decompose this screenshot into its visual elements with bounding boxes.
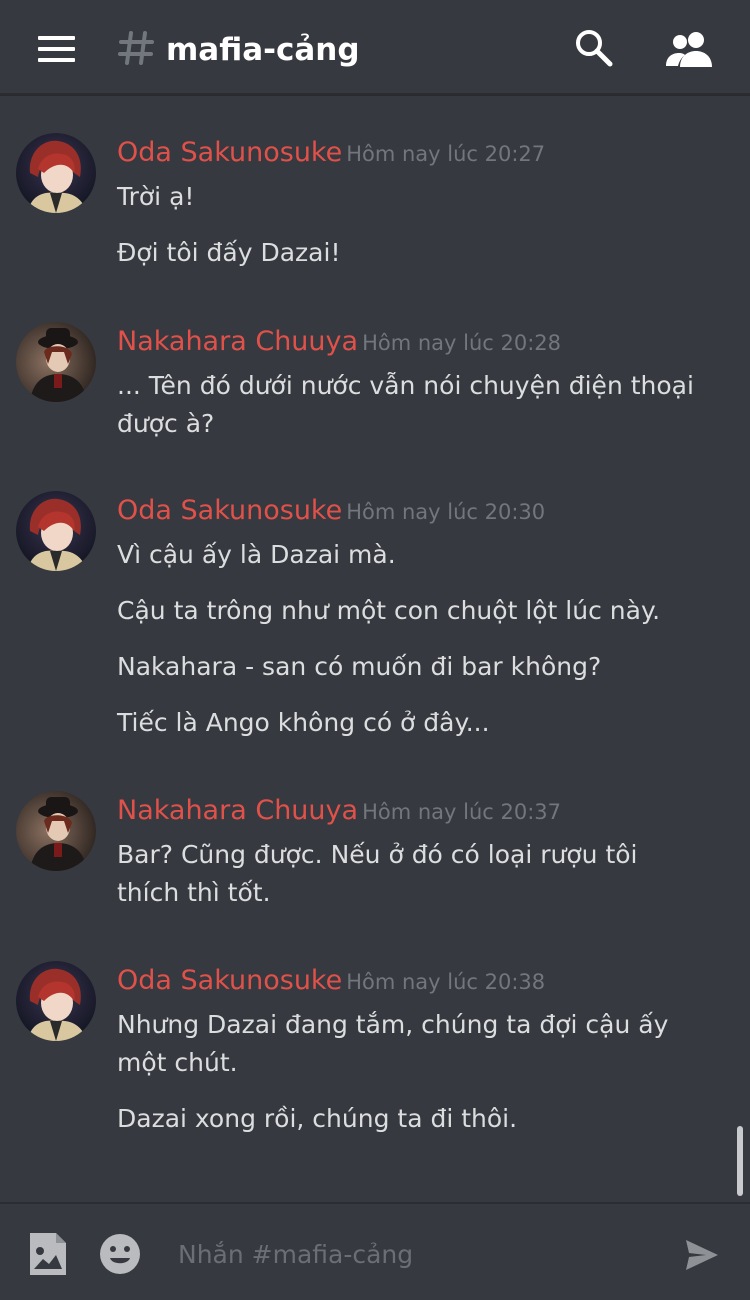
oda-avatar[interactable] <box>16 133 96 213</box>
channel-title: mafia-cảng <box>166 32 360 68</box>
message-list[interactable]: Oda Sakunosuke Hôm nay lúc 20:27 Trời ạ! … <box>0 97 750 1201</box>
author-name[interactable]: Oda Sakunosuke <box>117 495 342 526</box>
message-header: Nakahara Chuuya Hôm nay lúc 20:37 <box>117 791 561 831</box>
message-text: Nhưng Dazai đang tắm, chúng ta đợi cậu ấ… <box>117 1010 669 1039</box>
oda-avatar[interactable] <box>16 961 96 1041</box>
oda-avatar[interactable] <box>16 491 96 571</box>
message-header: Oda Sakunosuke Hôm nay lúc 20:27 <box>117 133 545 173</box>
message-text: thích thì tốt. <box>117 878 271 907</box>
channel-header: mafia-cảng <box>0 0 750 95</box>
message-header: Oda Sakunosuke Hôm nay lúc 20:38 <box>117 961 545 1001</box>
message-text: Dazai xong rồi, chúng ta đi thôi. <box>117 1104 518 1133</box>
scrollbar[interactable] <box>737 1126 743 1196</box>
message-composer <box>0 1202 750 1300</box>
chuuya-avatar[interactable] <box>16 322 96 402</box>
hash-icon <box>118 31 154 65</box>
message-text: Cậu ta trông như một con chuột lột lúc n… <box>117 596 661 625</box>
image-icon[interactable] <box>28 1231 68 1277</box>
search-icon[interactable] <box>574 28 614 68</box>
message-timestamp: Hôm nay lúc 20:38 <box>346 970 546 994</box>
members-icon[interactable] <box>666 30 714 68</box>
emoji-icon[interactable] <box>98 1232 142 1276</box>
chuuya-avatar[interactable] <box>16 791 96 871</box>
message-text: Nakahara - san có muốn đi bar không? <box>117 652 602 681</box>
author-name[interactable]: Nakahara Chuuya <box>117 795 358 826</box>
message-text: Bar? Cũng được. Nếu ở đó có loại rượu tô… <box>117 840 638 869</box>
message-timestamp: Hôm nay lúc 20:30 <box>346 500 546 524</box>
message-input[interactable] <box>178 1234 658 1274</box>
message-timestamp: Hôm nay lúc 20:37 <box>362 800 561 824</box>
message-text: Tiếc là Ango không có ở đây... <box>117 708 490 737</box>
author-name[interactable]: Oda Sakunosuke <box>117 137 342 168</box>
message-text: một chút. <box>117 1048 238 1077</box>
message-header: Nakahara Chuuya Hôm nay lúc 20:28 <box>117 322 561 362</box>
message-text: Vì cậu ấy là Dazai mà. <box>117 540 396 569</box>
message-timestamp: Hôm nay lúc 20:27 <box>346 142 546 166</box>
message-text: Trời ạ! <box>117 182 195 211</box>
message-header: Oda Sakunosuke Hôm nay lúc 20:30 <box>117 491 545 531</box>
message-text: Đợi tôi đấy Dazai! <box>117 238 341 267</box>
author-name[interactable]: Oda Sakunosuke <box>117 965 342 996</box>
author-name[interactable]: Nakahara Chuuya <box>117 326 358 357</box>
message-text: ... Tên đó dưới nước vẫn nói chuyện điện… <box>117 371 694 400</box>
hamburger-menu-icon[interactable] <box>38 36 75 62</box>
message-text: được à? <box>117 409 215 438</box>
message-timestamp: Hôm nay lúc 20:28 <box>362 331 561 355</box>
send-icon[interactable] <box>684 1237 720 1273</box>
